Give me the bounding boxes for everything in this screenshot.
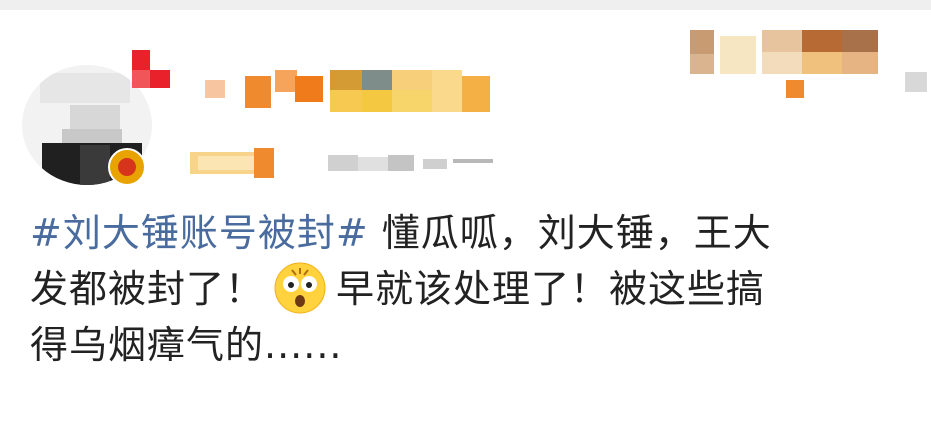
blurred-follow-button[interactable] (690, 30, 890, 100)
post-text-line1: 懂瓜呱，刘大锤，王大 (381, 211, 772, 255)
post-text-line2b: 早就该处理了！被这些搞 (336, 267, 766, 311)
blurred-member-tag (190, 148, 275, 178)
post-header (0, 10, 931, 195)
blurred-user-tag (132, 50, 174, 90)
shocked-face-emoji-icon (274, 262, 326, 314)
post-text-line3: 得乌烟瘴气的...... (30, 323, 343, 367)
more-options-icon[interactable] (905, 72, 927, 94)
blurred-timestamp (328, 155, 503, 173)
hashtag-link[interactable]: #刘大锤账号被封# (30, 211, 369, 255)
verified-badge-icon (108, 148, 146, 186)
post-text-line2a: 发都被封了！ (30, 267, 265, 311)
blurred-username[interactable] (205, 70, 495, 120)
top-divider (0, 0, 931, 10)
post-content: #刘大锤账号被封# 懂瓜呱，刘大锤，王大 发都被封了！ 早就该处理了！被这些搞 … (30, 205, 910, 373)
